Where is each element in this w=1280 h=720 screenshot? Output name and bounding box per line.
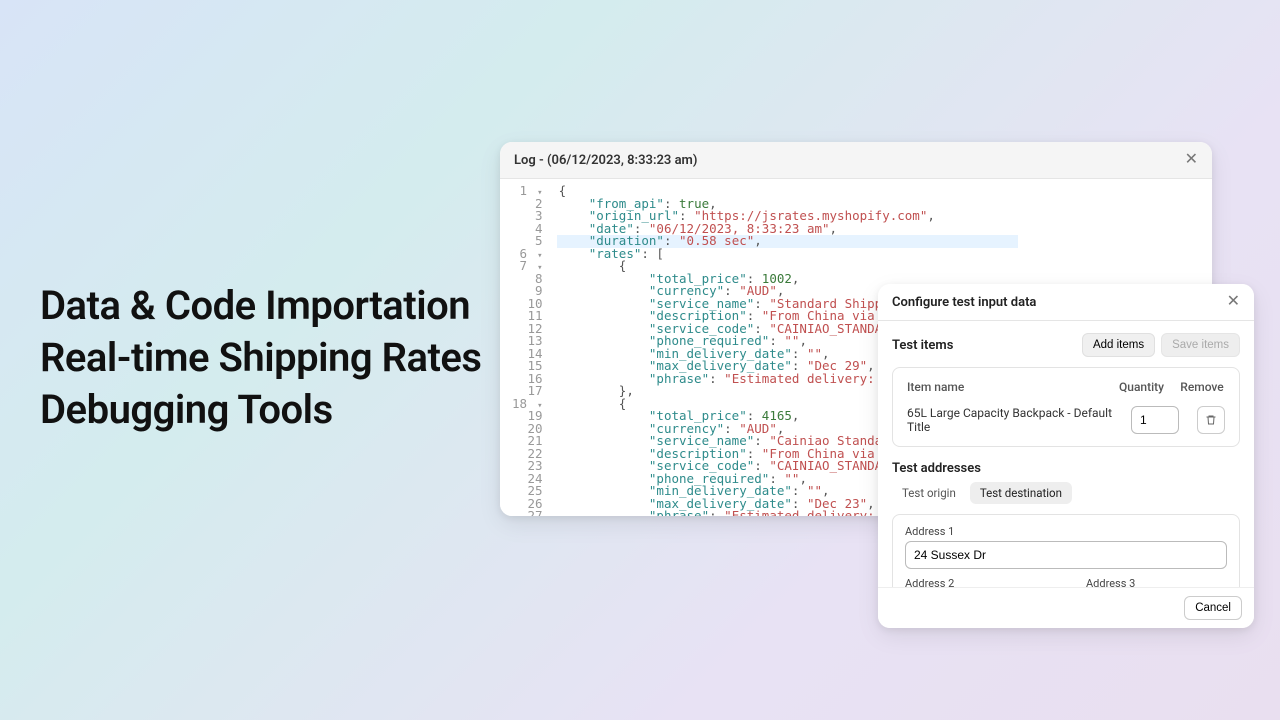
address1-input[interactable] [905, 541, 1227, 569]
add-items-button[interactable]: Add items [1082, 333, 1155, 357]
headline-line-2: Real-time Shipping Rates [40, 332, 482, 384]
close-icon[interactable]: ✕ [1227, 294, 1240, 310]
remove-item-button[interactable] [1197, 406, 1225, 434]
test-items-header: Test items Add items Save items [892, 333, 1240, 357]
line-gutter: 1 ▾23456 ▾7 ▾89101112131415161718 ▾19202… [500, 179, 553, 516]
address1-label: Address 1 [905, 525, 1227, 538]
headline-line-3: Debugging Tools [40, 384, 482, 436]
cancel-button[interactable]: Cancel [1184, 596, 1242, 620]
close-icon[interactable]: ✕ [1185, 152, 1198, 168]
item-name-cell: 65L Large Capacity Backpack - Default Ti… [907, 406, 1131, 434]
headline-line-1: Data & Code Importation [40, 280, 482, 332]
trash-icon [1205, 414, 1217, 426]
col-remove: Remove [1179, 380, 1225, 394]
items-table: Item name Quantity Remove 65L Large Capa… [892, 367, 1240, 447]
tab-destination[interactable]: Test destination [970, 482, 1072, 504]
tab-origin[interactable]: Test origin [892, 482, 966, 504]
test-addresses-label: Test addresses [892, 461, 1240, 476]
col-quantity: Quantity [1119, 380, 1179, 394]
log-title: Log - (06/12/2023, 8:33:23 am) [514, 153, 697, 168]
address-form: Address 1 Address 2 Address 3 City [892, 514, 1240, 587]
quantity-input[interactable] [1131, 406, 1179, 434]
table-row: 65L Large Capacity Backpack - Default Ti… [907, 406, 1225, 434]
test-items-label: Test items [892, 338, 953, 353]
address-tabs: Test origin Test destination [892, 482, 1240, 504]
log-header: Log - (06/12/2023, 8:33:23 am) ✕ [500, 142, 1212, 179]
config-panel: Configure test input data ✕ Test items A… [878, 284, 1254, 628]
config-footer: Cancel [878, 587, 1254, 628]
config-title: Configure test input data [892, 295, 1036, 310]
col-item-name: Item name [907, 380, 1119, 394]
config-body: Test items Add items Save items Item nam… [878, 321, 1254, 587]
table-header: Item name Quantity Remove [907, 380, 1225, 394]
address3-label: Address 3 [1086, 577, 1254, 587]
address2-label: Address 2 [905, 577, 1078, 587]
save-items-button: Save items [1161, 333, 1240, 357]
marketing-headline: Data & Code Importation Real-time Shippi… [40, 280, 482, 436]
config-header: Configure test input data ✕ [878, 284, 1254, 321]
